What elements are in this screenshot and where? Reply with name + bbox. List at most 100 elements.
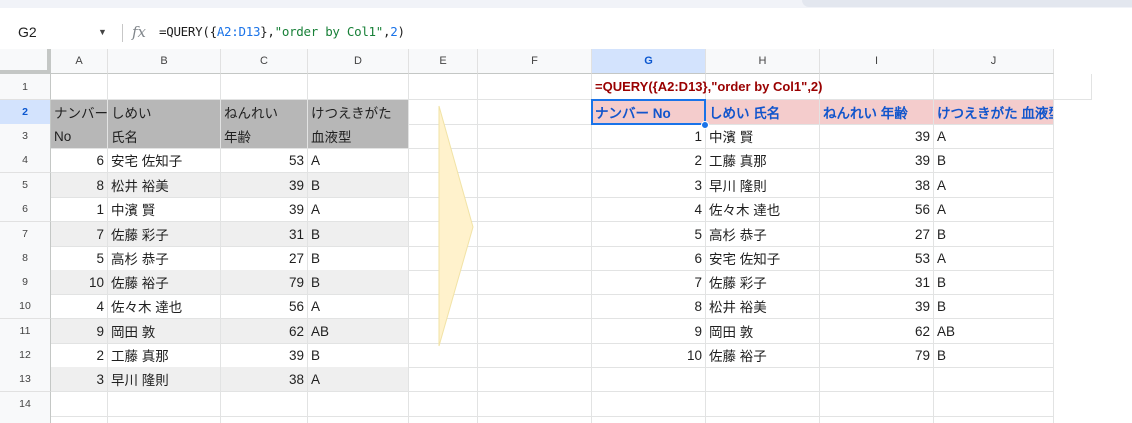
column-header-h[interactable]: H [706,49,820,74]
grid-cell[interactable] [478,173,592,198]
result-table-cell[interactable]: 岡田 敦 [706,319,820,344]
result-table-cell[interactable]: A [934,124,1054,149]
source-table-cell[interactable]: 高杉 恭子 [108,246,221,271]
result-table-cell[interactable]: 中濱 賢 [706,124,820,149]
result-header-cell[interactable]: けつえきがた 血液型 [934,100,1054,125]
grid-cell[interactable] [934,367,1054,392]
fill-handle[interactable] [701,121,709,129]
result-table-cell[interactable]: 4 [592,197,706,222]
grid-cell[interactable] [820,392,934,417]
source-table-cell[interactable]: 56 [221,294,308,319]
source-table-cell[interactable]: 39 [221,343,308,368]
grid-cell[interactable] [409,74,478,100]
formula-input[interactable]: =QUERY({A2:D13},"order by Col1",2) [159,24,405,39]
result-table-cell[interactable]: B [934,222,1054,247]
result-table-cell[interactable]: B [934,343,1054,368]
column-header-i[interactable]: I [820,49,934,74]
grid-cell[interactable] [409,367,478,392]
result-table-cell[interactable]: AB [934,319,1054,344]
result-table-cell[interactable]: 31 [820,270,934,295]
grid-cell[interactable] [478,416,592,423]
result-table-cell[interactable]: 早川 隆則 [706,173,820,198]
source-table-cell[interactable]: 38 [221,367,308,392]
column-header-c[interactable]: C [221,49,308,74]
source-table-cell[interactable]: 2 [51,343,108,368]
source-table-cell[interactable]: B [308,173,409,198]
source-table-cell[interactable]: A [308,197,409,222]
source-table-cell[interactable]: B [308,270,409,295]
row-header-5[interactable]: 5 [0,173,51,198]
grid-cell[interactable] [478,74,592,100]
result-table-cell[interactable]: A [934,173,1054,198]
source-table-cell[interactable]: B [308,222,409,247]
grid-cell[interactable] [108,392,221,417]
column-header-b[interactable]: B [108,49,221,74]
row-header-7[interactable]: 7 [0,222,51,247]
grid-cell[interactable] [478,392,592,417]
column-header-e[interactable]: E [409,49,478,74]
grid-cell[interactable] [820,367,934,392]
grid-cell[interactable] [221,416,308,423]
source-table-cell[interactable]: 佐々木 達也 [108,294,221,319]
source-table-cell[interactable]: 工藤 真那 [108,343,221,368]
result-table-cell[interactable]: 9 [592,319,706,344]
result-table-cell[interactable]: 佐藤 彩子 [706,270,820,295]
chevron-down-icon[interactable]: ▼ [98,27,107,37]
source-table-cell[interactable]: 岡田 敦 [108,319,221,344]
source-header-kana[interactable]: ねんれい [221,100,308,125]
row-header-14[interactable]: 14 [0,392,51,417]
result-table-cell[interactable]: 56 [820,197,934,222]
source-header-kana[interactable]: ナンバー [51,100,108,125]
grid-cell[interactable] [478,197,592,222]
row-header-8[interactable]: 8 [0,246,51,271]
source-table-cell[interactable]: 10 [51,270,108,295]
source-header-kanji[interactable]: 血液型 [308,124,409,149]
source-table-cell[interactable]: 5 [51,246,108,271]
result-table-cell[interactable]: 62 [820,319,934,344]
grid-cell[interactable] [409,392,478,417]
result-table-cell[interactable]: 1 [592,124,706,149]
row-header-10[interactable]: 10 [0,294,51,319]
result-table-cell[interactable]: 8 [592,294,706,319]
result-table-cell[interactable]: B [934,148,1054,173]
select-all-corner[interactable] [0,49,51,74]
grid-cell[interactable] [308,416,409,423]
grid-cell[interactable] [934,392,1054,417]
grid-cell[interactable] [478,343,592,368]
row-header-6[interactable]: 6 [0,197,51,222]
source-table-cell[interactable]: 39 [221,197,308,222]
row-header-4[interactable]: 4 [0,148,51,173]
source-table-cell[interactable]: B [308,343,409,368]
source-table-cell[interactable]: 27 [221,246,308,271]
row-header-3[interactable]: 3 [0,124,51,149]
grid-cell[interactable] [51,392,108,417]
grid-cell[interactable] [108,74,221,100]
grid-cell[interactable] [478,148,592,173]
source-table-cell[interactable]: 佐藤 裕子 [108,270,221,295]
row-header-11[interactable]: 11 [0,319,51,344]
source-table-cell[interactable]: 安宅 佐知子 [108,148,221,173]
source-table-cell[interactable]: 9 [51,319,108,344]
row-header-12[interactable]: 12 [0,343,51,368]
result-table-cell[interactable]: 佐藤 裕子 [706,343,820,368]
result-table-cell[interactable]: 松井 裕美 [706,294,820,319]
query-formula-text[interactable]: =QUERY({A2:D13},"order by Col1",2) [592,74,1092,100]
grid-cell[interactable] [478,246,592,271]
result-table-cell[interactable]: B [934,270,1054,295]
grid-cell[interactable] [221,74,308,100]
source-table-cell[interactable]: 53 [221,148,308,173]
source-header-kana[interactable]: しめい [108,100,221,125]
result-table-cell[interactable]: 27 [820,222,934,247]
column-header-d[interactable]: D [308,49,409,74]
result-table-cell[interactable]: 5 [592,222,706,247]
result-header-cell[interactable]: ナンバー No [592,100,706,125]
source-table-cell[interactable]: 3 [51,367,108,392]
result-table-cell[interactable]: 7 [592,270,706,295]
source-header-kanji[interactable]: No [51,124,108,149]
toolbar-button-edge[interactable] [802,0,1132,7]
grid-cell[interactable] [221,392,308,417]
column-header-j[interactable]: J [934,49,1054,74]
row-header-9[interactable]: 9 [0,270,51,295]
grid-cell[interactable] [820,416,934,423]
grid-cell[interactable] [592,392,706,417]
